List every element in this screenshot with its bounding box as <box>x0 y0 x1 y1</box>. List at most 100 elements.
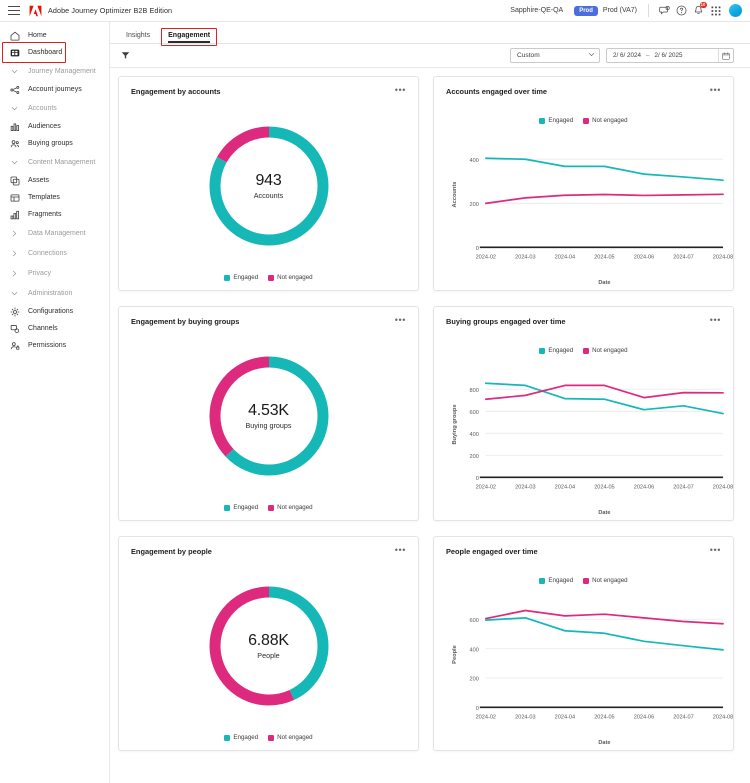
card-more-options-button[interactable]: ••• <box>393 315 408 327</box>
avatar[interactable] <box>729 4 742 17</box>
svg-text:2024-05: 2024-05 <box>594 714 614 720</box>
card-more-options-button[interactable]: ••• <box>393 545 408 557</box>
chart-legend: Engaged Not engaged <box>119 504 418 511</box>
date-range-input[interactable]: 2/ 6/ 2024 – 2/ 6/ 2025 <box>606 48 734 63</box>
sidebar-group-data-management[interactable]: Data Management <box>0 223 109 243</box>
sidebar-item-account-journeys[interactable]: Account journeys <box>0 81 109 98</box>
svg-text:Accounts: Accounts <box>452 182 458 208</box>
sidebar-item-permissions[interactable]: Permissions <box>0 337 109 354</box>
tab-engagement[interactable]: Engagement <box>159 28 219 46</box>
svg-text:2024-08: 2024-08 <box>713 714 733 720</box>
sidebar-item-dashboard[interactable]: Dashboard <box>0 42 109 63</box>
legend-label: Not engaged <box>277 274 313 281</box>
sidebar-group-label: Journey Management <box>28 67 96 75</box>
svg-text:2024-04: 2024-04 <box>555 714 575 720</box>
svg-text:2024-04: 2024-04 <box>555 484 575 490</box>
sidebar-item-channels[interactable]: Channels <box>0 320 109 337</box>
calendar-icon[interactable] <box>718 49 733 62</box>
donut-chart-people: 6.88K People <box>119 557 418 750</box>
date-preset-value: Custom <box>517 52 540 59</box>
sidebar-group-content-management[interactable]: Content Management <box>0 152 109 172</box>
svg-text:200: 200 <box>470 202 479 208</box>
chart-legend: Engaged Not engaged <box>119 734 418 741</box>
date-preset-select[interactable]: Custom <box>510 48 600 63</box>
svg-text:2024-04: 2024-04 <box>555 254 575 260</box>
svg-text:2024-06: 2024-06 <box>634 714 654 720</box>
home-icon <box>8 31 21 41</box>
sidebar-group-administration[interactable]: Administration <box>0 283 109 303</box>
card-engagement-by-accounts: Engagement by accounts ••• 943 Accounts … <box>118 76 419 291</box>
sidebar-item-label: Fragments <box>28 211 62 218</box>
chevron-right-icon <box>8 230 21 237</box>
tab-label: Insights <box>126 32 151 39</box>
svg-text:600: 600 <box>470 410 479 416</box>
assets-icon <box>8 176 21 186</box>
sidebar-group-label: Content Management <box>28 158 96 166</box>
donut-graphic: 943 Accounts <box>205 122 333 250</box>
sidebar-item-buying-groups[interactable]: Buying groups <box>0 135 109 152</box>
sidebar-item-assets[interactable]: Assets <box>0 172 109 189</box>
svg-text:400: 400 <box>470 158 479 164</box>
svg-text:200: 200 <box>470 454 479 460</box>
card-header: Engagement by people ••• <box>119 537 418 557</box>
legend-swatch-engaged <box>224 504 231 511</box>
svg-text:0: 0 <box>476 706 479 712</box>
svg-text:Date: Date <box>598 280 610 286</box>
legend-item-engaged: Engaged <box>224 274 258 281</box>
sidebar-item-templates[interactable]: Templates <box>0 189 109 206</box>
bell-icon[interactable]: 10 <box>690 2 707 19</box>
audiences-icon <box>8 122 21 132</box>
tab-label: Engagement <box>168 32 211 39</box>
sidebar-item-configurations[interactable]: Configurations <box>0 303 109 320</box>
sidebar-group-connections[interactable]: Connections <box>0 243 109 263</box>
svg-text:2024-05: 2024-05 <box>594 484 614 490</box>
sidebar-item-audiences[interactable]: Audiences <box>0 118 109 135</box>
card-more-options-button[interactable]: ••• <box>708 545 723 557</box>
fragments-icon <box>8 210 21 220</box>
svg-text:800: 800 <box>470 388 479 394</box>
hamburger-icon[interactable] <box>6 4 22 18</box>
legend-label: Not engaged <box>277 734 313 741</box>
sidebar-group-privacy[interactable]: Privacy <box>0 263 109 283</box>
sidebar-group-journey-management[interactable]: Journey Management <box>0 61 109 81</box>
legend-swatch-not-engaged <box>268 734 275 741</box>
svg-text:600: 600 <box>470 618 479 624</box>
svg-text:2024-03: 2024-03 <box>515 484 535 490</box>
card-more-options-button[interactable]: ••• <box>708 315 723 327</box>
svg-text:2024-02: 2024-02 <box>476 484 496 490</box>
svg-text:2024-07: 2024-07 <box>673 484 693 490</box>
chevron-down-icon <box>8 105 21 112</box>
sidebar-group-label: Administration <box>28 289 73 297</box>
sidebar: Home Dashboard Journey Management Accoun… <box>0 22 110 783</box>
sidebar-group-accounts[interactable]: Accounts <box>0 98 109 118</box>
tab-insights[interactable]: Insights <box>117 32 159 43</box>
donut-chart-accounts: 943 Accounts <box>119 97 418 290</box>
svg-text:2024-05: 2024-05 <box>594 254 614 260</box>
card-header: People engaged over time ••• <box>434 537 733 557</box>
app-grid-icon[interactable] <box>707 2 724 19</box>
channels-icon <box>8 324 21 334</box>
sidebar-item-home[interactable]: Home <box>0 27 109 44</box>
card-body: 6.88K People Engaged Not engaged <box>119 557 418 750</box>
card-body: 4.53K Buying groups Engaged Not engaged <box>119 327 418 520</box>
permissions-icon <box>8 341 21 351</box>
legend-swatch-not-engaged <box>268 274 275 281</box>
legend-label: Engaged <box>233 504 259 511</box>
main-content: Insights Engagement Custom 2/ 6/ 2024 – … <box>110 22 750 783</box>
dashboard-row: Engagement by accounts ••• 943 Accounts … <box>118 76 734 291</box>
card-header: Engagement by buying groups ••• <box>119 307 418 327</box>
feedback-icon[interactable] <box>656 2 673 19</box>
sidebar-item-label: Templates <box>28 194 60 201</box>
sidebar-item-label: Account journeys <box>28 86 82 93</box>
card-more-options-button[interactable]: ••• <box>393 85 408 97</box>
sidebar-item-label: Channels <box>28 325 58 332</box>
svg-text:2024-06: 2024-06 <box>634 484 654 490</box>
funnel-icon[interactable] <box>119 49 132 62</box>
date-range-separator: – <box>646 52 650 59</box>
legend-item-not-engaged: Not engaged <box>268 274 313 281</box>
card-more-options-button[interactable]: ••• <box>708 85 723 97</box>
help-icon[interactable] <box>673 2 690 19</box>
divider <box>648 4 649 17</box>
sidebar-item-label: Audiences <box>28 123 61 130</box>
sidebar-item-fragments[interactable]: Fragments <box>0 206 109 223</box>
